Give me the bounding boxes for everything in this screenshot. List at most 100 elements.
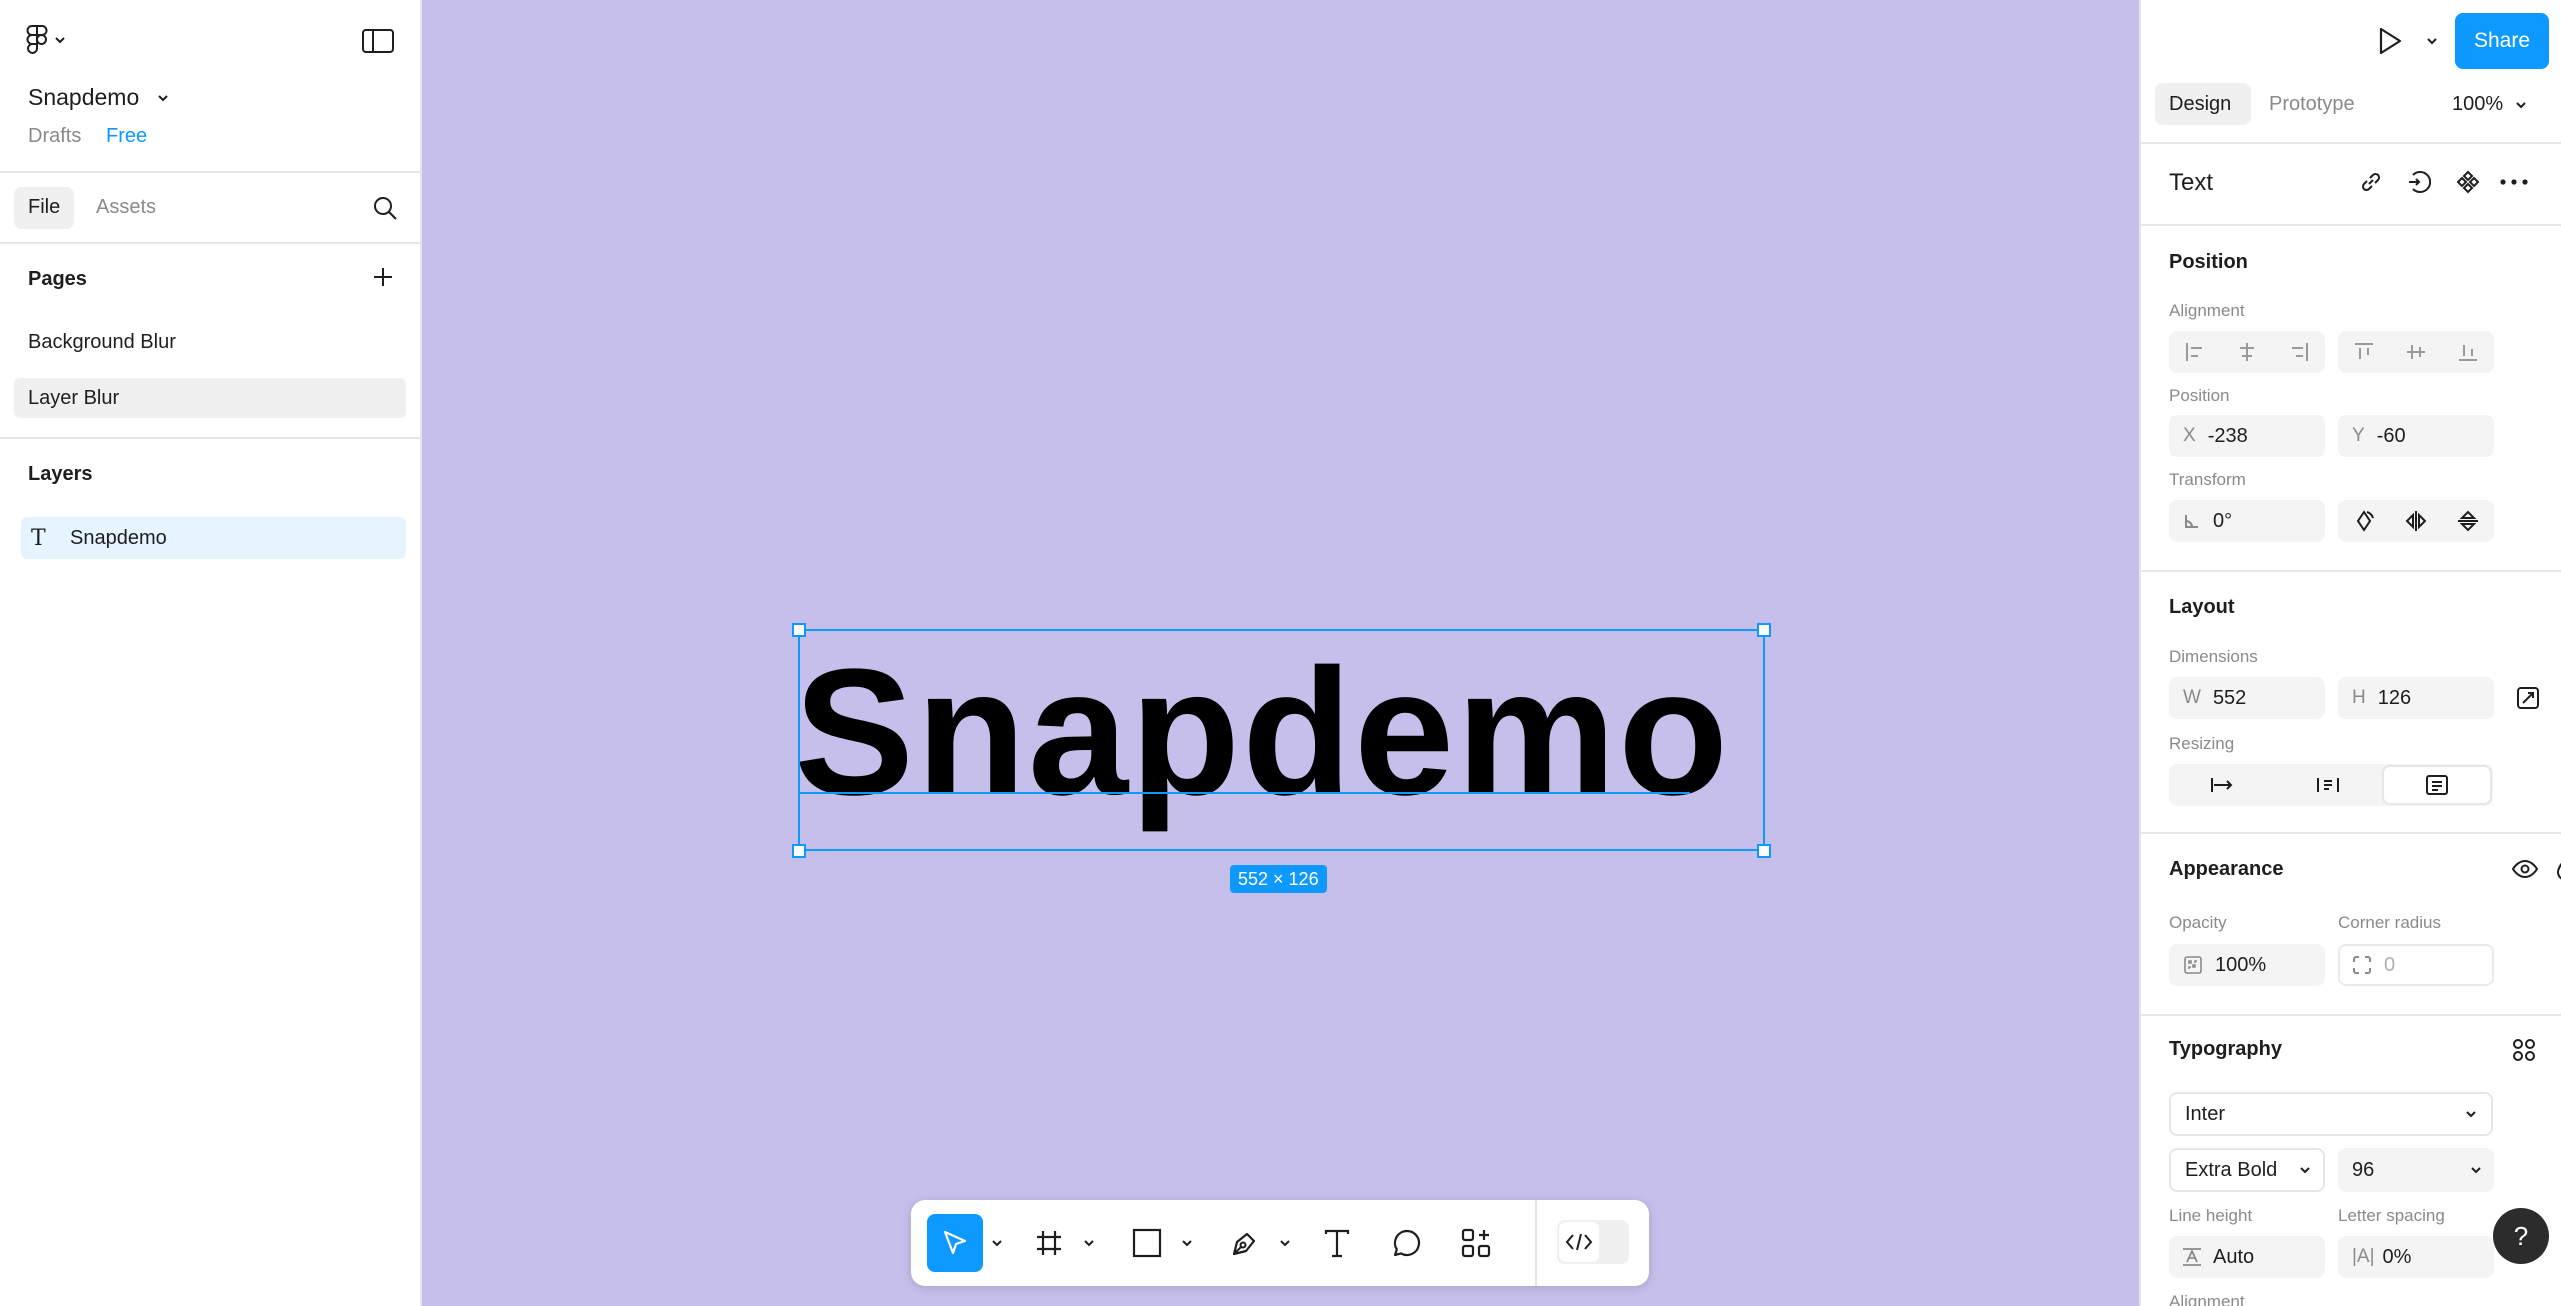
align-middle-icon (2407, 345, 2425, 359)
flip-vertical-button[interactable] (2442, 500, 2494, 542)
width-field[interactable]: W 552 (2169, 677, 2325, 719)
align-right-button[interactable] (2273, 331, 2325, 373)
pen-tool-dropdown[interactable] (1275, 1214, 1295, 1272)
rectangle-tool-button[interactable] (1123, 1214, 1171, 1272)
line-height-field[interactable]: Auto (2169, 1236, 2325, 1278)
blend-mode-button[interactable] (2555, 856, 2561, 882)
drop-icon (2556, 862, 2561, 880)
flip-horizontal-button[interactable] (2390, 500, 2442, 542)
layers-heading: Layers (28, 463, 93, 485)
add-page-button[interactable] (372, 266, 394, 288)
x-value: -238 (2207, 424, 2248, 447)
letter-spacing-field[interactable]: |A| 0% (2338, 1236, 2494, 1278)
rotate-90-button[interactable] (2338, 500, 2390, 542)
more-options-button[interactable] (2499, 170, 2529, 194)
bottom-toolbar (911, 1200, 1649, 1286)
x-prefix: X (2183, 425, 2196, 446)
resize-handle-bottom-left[interactable] (792, 844, 806, 858)
constrain-proportions-button[interactable] (2516, 686, 2540, 710)
dev-mode-toggle[interactable] (1557, 1220, 1629, 1264)
rotation-field[interactable]: 0° (2169, 500, 2325, 542)
move-tool-dropdown[interactable] (987, 1214, 1007, 1272)
link-button[interactable] (2359, 170, 2383, 194)
zoom-dropdown[interactable]: 100% (2452, 93, 2527, 116)
pen-tool-button[interactable] (1221, 1214, 1269, 1272)
letter-spacing-value: 0% (2382, 1245, 2412, 1268)
x-position-field[interactable]: X -238 (2169, 415, 2325, 457)
present-button[interactable] (2377, 26, 2403, 56)
tab-assets[interactable]: Assets (96, 196, 156, 219)
font-family-dropdown[interactable]: Inter (2169, 1092, 2493, 1136)
file-name-dropdown[interactable]: Snapdemo (28, 84, 169, 111)
selection-box[interactable] (798, 629, 1765, 851)
toolbar-divider (1535, 1200, 1537, 1286)
appearance-heading: Appearance (2169, 858, 2284, 880)
plan-badge[interactable]: Free (106, 125, 147, 148)
visibility-button[interactable] (2511, 858, 2539, 880)
help-button[interactable]: ? (2493, 1208, 2549, 1264)
corner-radius-field[interactable]: 0 (2338, 944, 2494, 986)
present-dropdown[interactable] (2426, 37, 2438, 45)
comment-tool-button[interactable] (1383, 1214, 1431, 1272)
page-item-layer-blur-label: Layer Blur (28, 387, 120, 409)
right-panel: Share Design Prototype 100% Text Positio… (2139, 0, 2561, 1306)
tab-design-label: Design (2169, 93, 2232, 115)
pen-icon (1232, 1232, 1256, 1256)
corner-radius-label: Corner radius (2338, 913, 2441, 932)
align-bottom-button[interactable] (2442, 331, 2494, 373)
auto-height-button[interactable] (2275, 764, 2381, 806)
resize-handle-bottom-right[interactable] (1757, 844, 1771, 858)
align-top-button[interactable] (2338, 331, 2390, 373)
chevron-down-icon (1182, 1240, 1192, 1247)
main-menu-button[interactable] (26, 24, 80, 56)
text-styles-button[interactable] (2511, 1037, 2537, 1063)
frame-tool-button[interactable] (1025, 1214, 1073, 1272)
resize-handle-top-right[interactable] (1757, 623, 1771, 637)
page-item-background-blur[interactable]: Background Blur (28, 331, 176, 354)
grid-styles-icon (2513, 1039, 2535, 1061)
chevron-down-icon (1084, 1240, 1094, 1247)
align-left-button[interactable] (2169, 331, 2221, 373)
component-button[interactable] (2456, 170, 2480, 194)
chevron-down-icon (2300, 1167, 2310, 1174)
file-location[interactable]: Drafts (28, 125, 81, 148)
y-position-field[interactable]: Y -60 (2338, 415, 2494, 457)
align-bottom-icon (2459, 345, 2477, 361)
cursor-arrow-icon (943, 1230, 967, 1255)
font-weight-dropdown[interactable]: Extra Bold (2169, 1148, 2325, 1192)
height-field[interactable]: H 126 (2338, 677, 2494, 719)
auto-width-button[interactable] (2169, 764, 2275, 806)
align-top-icon (2355, 343, 2373, 359)
font-size-field[interactable]: 96 (2338, 1148, 2494, 1192)
chevron-down-icon (1280, 1240, 1290, 1247)
text-tool-icon (1324, 1229, 1350, 1258)
opacity-label: Opacity (2169, 913, 2227, 932)
frame-tool-dropdown[interactable] (1079, 1214, 1099, 1272)
tab-prototype[interactable]: Prototype (2269, 93, 2355, 116)
font-family-value: Inter (2185, 1102, 2226, 1125)
actions-button[interactable] (1452, 1214, 1500, 1272)
sidebar-toggle-icon (362, 29, 394, 53)
chevron-down-icon (2427, 38, 2437, 45)
comment-icon (1393, 1229, 1421, 1257)
move-tool-button[interactable] (927, 1214, 983, 1272)
resize-handle-top-left[interactable] (792, 623, 806, 637)
corner-radius-value: 0 (2384, 953, 2396, 976)
detach-button[interactable] (2407, 170, 2431, 194)
text-alignment-label: Alignment (2169, 1292, 2245, 1306)
search-button[interactable] (372, 195, 398, 221)
share-button[interactable]: Share (2455, 13, 2549, 69)
rotation-value: 0° (2213, 509, 2233, 532)
text-layer-icon: T (31, 526, 46, 551)
align-center-h-button[interactable] (2221, 331, 2273, 373)
align-middle-button[interactable] (2390, 331, 2442, 373)
toggle-sidebar-button[interactable] (362, 29, 394, 53)
flip-horizontal-icon (2405, 511, 2427, 531)
eye-icon (2511, 859, 2539, 879)
chevron-down-icon (992, 1240, 1002, 1247)
fixed-size-button[interactable] (2382, 765, 2492, 805)
text-tool-button[interactable] (1313, 1214, 1361, 1272)
opacity-field[interactable]: 100% (2169, 944, 2325, 986)
canvas[interactable]: Snapdemo 552 × 126 (422, 0, 2139, 1306)
shape-tool-dropdown[interactable] (1177, 1214, 1197, 1272)
